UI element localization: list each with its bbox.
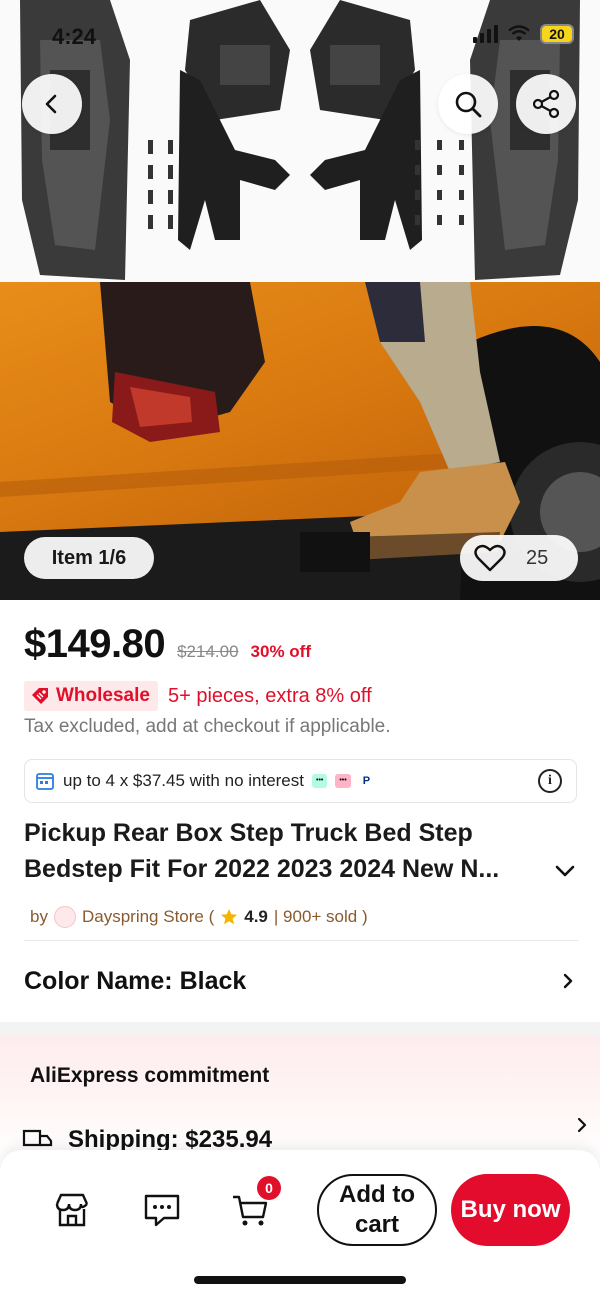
search-button[interactable]: [438, 74, 498, 134]
paypal-logo-icon: P: [358, 774, 375, 788]
price-row: $149.80 $214.00 30% off: [24, 622, 311, 667]
color-name-label: Color Name: Black: [24, 966, 247, 995]
section-separator: [0, 1022, 600, 1036]
installment-banner[interactable]: up to 4 x $37.45 with no interest ​••• •…: [24, 759, 577, 803]
wholesale-row: Wholesale 5+ pieces, extra 8% off: [24, 681, 372, 711]
status-icons: 20: [473, 24, 574, 44]
store-sold-count: | 900+ sold ): [273, 907, 368, 926]
original-price: $214.00: [177, 642, 239, 661]
heart-icon: [474, 544, 506, 572]
discount-badge: 30% off: [250, 642, 312, 661]
share-icon: [532, 89, 560, 119]
back-arrow-icon: [45, 94, 57, 114]
signal-icon: [473, 25, 498, 43]
cart-count-badge: 0: [257, 1176, 281, 1200]
wholesale-offer: 5+ pieces, extra 8% off: [167, 684, 372, 707]
divider: [24, 940, 578, 941]
chevron-right-icon: [577, 1117, 587, 1133]
wishlist-button[interactable]: 25: [460, 535, 578, 581]
status-time: 4:24: [52, 24, 97, 49]
home-indicator: [194, 1276, 406, 1284]
info-icon[interactable]: i: [538, 769, 562, 793]
wifi-icon: [508, 25, 530, 41]
installment-text: up to 4 x $37.45 with no interest: [63, 771, 304, 790]
chevron-down-icon[interactable]: [552, 858, 578, 884]
buy-now-button[interactable]: Buy now: [451, 1174, 570, 1246]
store-logo-icon: [53, 906, 76, 928]
product-title: Pickup Rear Box Step Truck Bed Step Beds…: [24, 815, 544, 887]
wholesale-label: Wholesale: [56, 685, 150, 706]
klarna-logo-icon: •••: [335, 774, 351, 788]
wholesale-tag-icon: [32, 688, 48, 704]
color-selector[interactable]: Color Name: Black: [24, 946, 578, 1016]
aliexpress-commitment-section: AliExpress commitment Shipping: $235.94: [0, 1036, 600, 1156]
image-counter: Item 1/6: [24, 537, 154, 579]
store-by-label: by: [30, 907, 48, 926]
share-button[interactable]: [516, 74, 576, 134]
afterpay-logo-icon: ​•••: [312, 774, 328, 788]
star-icon: [221, 909, 238, 925]
store-row[interactable]: by Dayspring Store ( 4.9 | 900+ sold ): [30, 906, 368, 928]
wholesale-tag: Wholesale: [24, 681, 158, 711]
battery-icon: 20: [540, 24, 574, 44]
tax-note: Tax excluded, add at checkout if applica…: [24, 716, 391, 737]
store-rating: 4.9: [244, 907, 268, 926]
search-icon: [455, 91, 482, 118]
message-icon[interactable]: [142, 1190, 182, 1230]
product-title-line-1: Pickup Rear Box Step Truck Bed Step: [24, 819, 473, 847]
store-icon[interactable]: [52, 1190, 92, 1230]
store-name[interactable]: Dayspring Store (: [82, 907, 214, 927]
calendar-icon: [36, 773, 54, 790]
chevron-right-icon: [563, 973, 573, 989]
back-button[interactable]: [22, 74, 82, 134]
current-price: $149.80: [24, 622, 166, 666]
product-title-line-2: Bedstep Fit For 2022 2023 2024 New N...: [24, 855, 500, 883]
add-to-cart-button[interactable]: Add to cart: [317, 1174, 437, 1246]
wishlist-count: 25: [526, 546, 549, 569]
status-bar: 4:24 20: [0, 18, 600, 58]
commitment-title: AliExpress commitment: [30, 1064, 270, 1087]
product-image-gallery[interactable]: 4:24 20 Item 1/6 25: [0, 0, 600, 600]
